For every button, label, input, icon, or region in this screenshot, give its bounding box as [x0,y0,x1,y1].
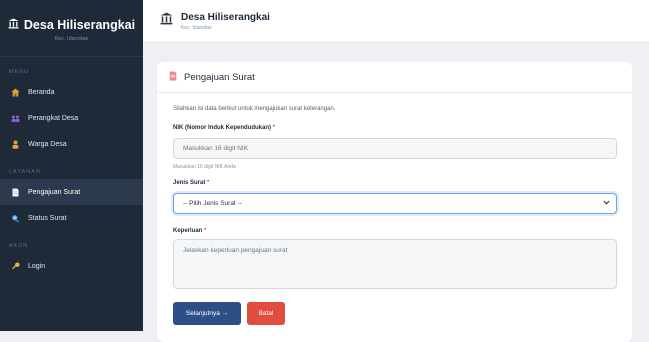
sidebar-title: Desa Hiliserangkai [23,18,136,32]
next-button[interactable]: Selanjutnya → [173,302,241,325]
nik-hint: Masukkan 16 digit NIK Anda [173,164,236,170]
required-mark: * [207,180,210,186]
sidebar-item-perangkat-desa[interactable]: Perangkat Desa [0,105,143,131]
sidebar-item-beranda[interactable]: Beranda [0,79,143,105]
document-icon [11,188,20,197]
sidebar-item-label: Pengajuan Surat [28,188,81,196]
keperluan-textarea[interactable]: Jelaskan keperluan pengajuan surat [173,239,617,289]
section-menu: MENU [9,69,30,75]
jenis-label: Jenis Surat * [173,180,210,186]
cancel-button[interactable]: Batal [247,302,285,325]
sidebar-item-label: Perangkat Desa [28,114,79,122]
form-description: Silahkan isi data berikut untuk mengajuk… [173,106,336,112]
sidebar-brand: Desa Hiliserangkai Kec. Idanotae [0,0,143,57]
section-layanan: LAYANAN [9,169,41,175]
section-akun: AKUN [9,243,29,249]
sidebar-item-label: Beranda [28,88,55,96]
nik-input[interactable] [173,138,617,159]
sidebar-item-pengajuan-surat[interactable]: Pengajuan Surat [0,179,143,205]
jenis-selected-value: -- Pilih Jenis Surat -- [183,200,242,207]
required-mark: * [272,125,276,131]
key-icon [11,262,20,271]
person-icon [11,140,20,149]
form-card: Pengajuan Surat Silahkan isi data beriku… [157,62,632,342]
sidebar-item-login[interactable]: Login [0,253,143,279]
sidebar-item-label: Login [28,262,46,270]
bank-icon [160,12,173,30]
card-title: Pengajuan Surat [184,71,255,83]
header-text: Desa Hiliserangkai Kec. Idanotae [181,12,270,31]
header-subtitle: Kec. Idanotae [181,24,212,31]
sidebar-item-warga-desa[interactable]: Warga Desa [0,131,143,157]
sidebar: Desa Hiliserangkai Kec. Idanotae MENU Be… [0,0,143,331]
chevron-down-icon [603,200,610,207]
jenis-select[interactable]: -- Pilih Jenis Surat -- [173,193,617,214]
house-icon [11,88,20,97]
top-header: Desa Hiliserangkai Kec. Idanotae [143,0,649,43]
required-mark: * [204,228,207,234]
group-icon [11,114,20,123]
search-icon [11,214,20,223]
sidebar-item-label: Status Surat [28,214,67,222]
card-header: Pengajuan Surat [157,62,632,93]
keperluan-placeholder: Jelaskan keperluan pengajuan surat [183,247,288,254]
sidebar-item-label: Warga Desa [28,140,67,148]
header-title: Desa Hiliserangkai [181,11,270,23]
sidebar-item-status-surat[interactable]: Status Surat [0,205,143,231]
document-icon [168,71,178,84]
nik-label: NIK (Nomor Induk Kependudukan) * [173,125,276,131]
sidebar-subtitle: Kec. Idanotae [54,36,89,42]
bank-icon [8,18,19,32]
keperluan-label: Keperluan * [173,228,207,234]
